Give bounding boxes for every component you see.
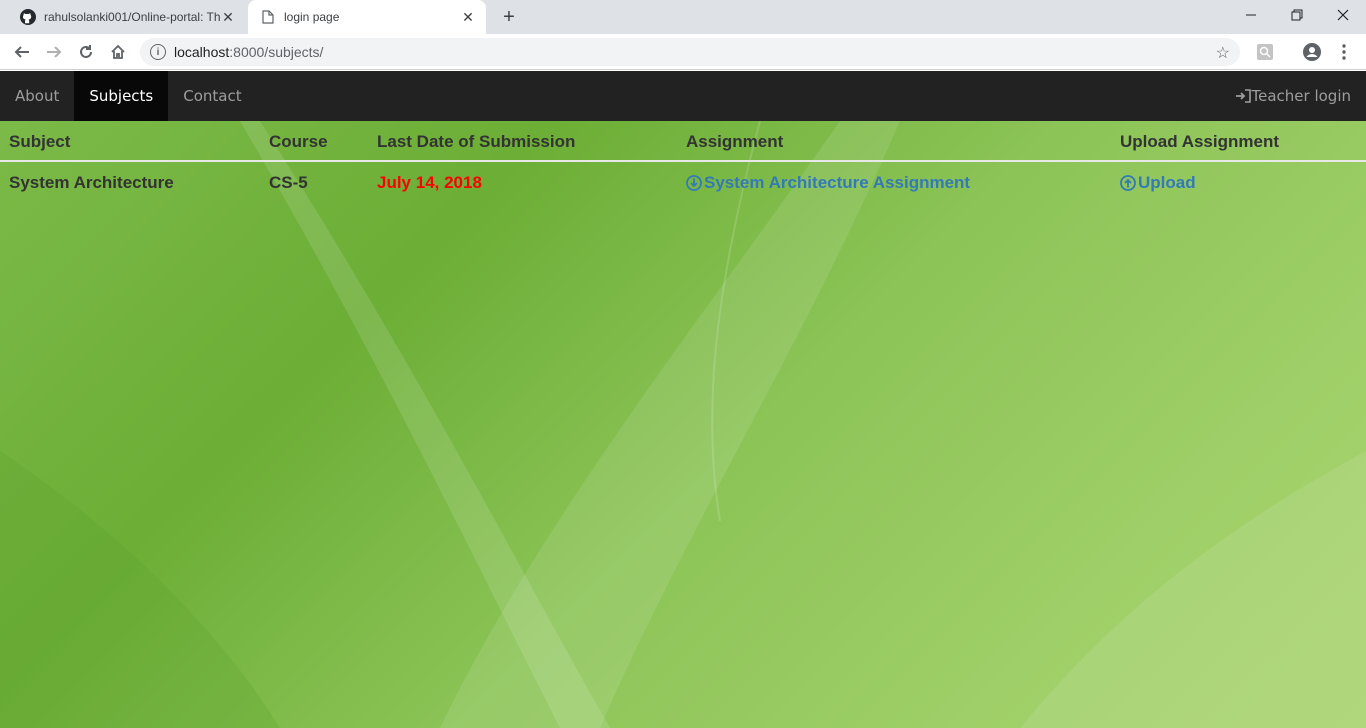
header-subject: Subject xyxy=(9,131,71,151)
table-header: Subject Course Last Date of Submission A… xyxy=(0,121,1366,162)
close-window-icon[interactable] xyxy=(1320,0,1366,30)
teacher-login-link[interactable]: Teacher login xyxy=(1235,71,1352,121)
profile-icon[interactable] xyxy=(1298,38,1326,66)
nav-subjects[interactable]: Subjects xyxy=(74,71,169,121)
nav-about[interactable]: About xyxy=(0,71,74,121)
page-content: About Subjects Contact Teacher login Sub… xyxy=(0,71,1366,728)
address-bar[interactable]: i localhost:8000/subjects/ ☆ xyxy=(140,38,1240,66)
back-icon[interactable] xyxy=(8,38,36,66)
home-icon[interactable] xyxy=(104,38,132,66)
browser-toolbar: i localhost:8000/subjects/ ☆ xyxy=(0,34,1366,70)
download-circle-icon xyxy=(686,174,702,191)
cell-last-date: July 14, 2018 xyxy=(377,172,482,192)
new-tab-icon[interactable]: + xyxy=(498,6,520,28)
tab-login-page[interactable]: login page ✕ xyxy=(248,0,486,34)
tab-title: rahulsolanki001/Online-portal: Th xyxy=(44,10,220,24)
top-navbar: About Subjects Contact Teacher login xyxy=(0,71,1366,121)
url-host: localhost xyxy=(174,44,230,60)
browser-tab-strip: rahulsolanki001/Online-portal: Th ✕ logi… xyxy=(0,0,1366,34)
header-last-date: Last Date of Submission xyxy=(377,131,576,151)
page-icon xyxy=(260,9,276,25)
reload-icon[interactable] xyxy=(72,38,100,66)
menu-dots-icon[interactable] xyxy=(1330,38,1358,66)
url-path: :8000/subjects/ xyxy=(229,44,324,60)
github-icon xyxy=(20,9,36,25)
download-assignment-link[interactable]: System Architecture Assignment xyxy=(686,162,970,203)
bookmark-star-icon[interactable]: ☆ xyxy=(1216,43,1230,63)
header-assignment: Assignment xyxy=(686,131,784,151)
upload-link-label: Upload xyxy=(1138,172,1196,192)
close-icon[interactable]: ✕ xyxy=(220,9,236,25)
minimize-icon[interactable] xyxy=(1228,0,1274,30)
info-icon[interactable]: i xyxy=(150,44,166,60)
tab-title: login page xyxy=(284,10,340,24)
upload-link[interactable]: Upload xyxy=(1120,162,1196,203)
cell-subject: System Architecture xyxy=(9,172,174,192)
table-row: System Architecture CS-5 July 14, 2018 S… xyxy=(0,162,1366,203)
login-icon xyxy=(1235,89,1251,103)
close-icon[interactable]: ✕ xyxy=(460,9,476,25)
upload-circle-icon xyxy=(1120,174,1136,191)
subjects-table: Subject Course Last Date of Submission A… xyxy=(0,121,1366,203)
nav-contact[interactable]: Contact xyxy=(168,71,256,121)
restore-icon[interactable] xyxy=(1274,0,1320,30)
extension-icon[interactable] xyxy=(1251,38,1279,66)
forward-icon[interactable] xyxy=(40,38,68,66)
tab-github[interactable]: rahulsolanki001/Online-portal: Th ✕ xyxy=(8,0,246,34)
assignment-link-label: System Architecture Assignment xyxy=(704,172,971,192)
teacher-login-label: Teacher login xyxy=(1251,87,1352,105)
cell-course: CS-5 xyxy=(269,172,308,192)
header-course: Course xyxy=(269,131,328,151)
header-upload: Upload Assignment xyxy=(1120,131,1279,151)
